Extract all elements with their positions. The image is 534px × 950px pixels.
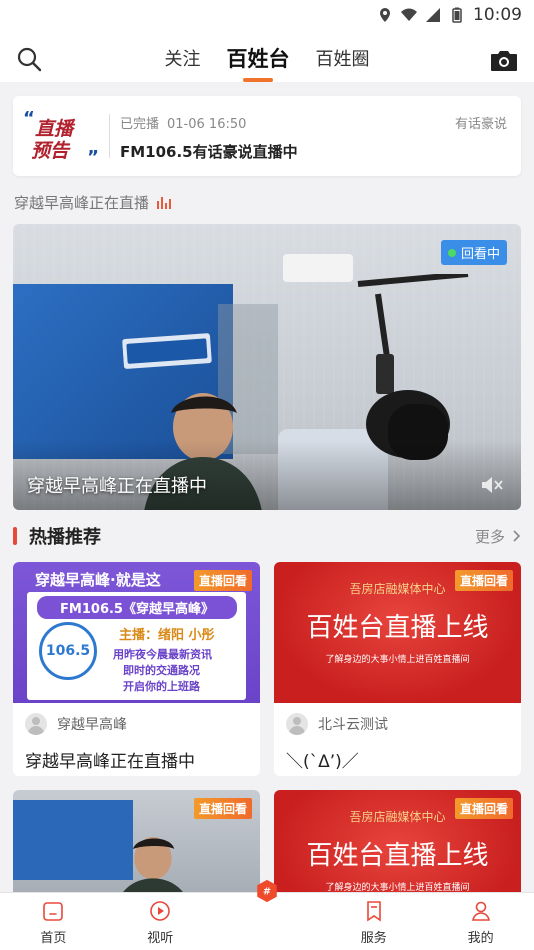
poster-subhead: FM106.5《穿越早高峰》: [37, 596, 237, 619]
poster-line1: 用昨夜今晨最新资讯: [113, 648, 212, 661]
card-title: ＼(`Δ’)／: [286, 752, 359, 772]
quote-open-icon: “: [23, 108, 35, 129]
preview-datetime: 01-06 16:50: [167, 117, 247, 132]
camera-icon[interactable]: [490, 48, 518, 72]
replaying-badge-label: 回看中: [460, 247, 500, 262]
poster-headline: 百姓台直播上线: [306, 841, 489, 871]
recommend-card[interactable]: 直播回看: [13, 790, 260, 900]
section-title: 热播推荐: [29, 527, 101, 548]
poster-line2: 即时的交通路况: [123, 664, 200, 677]
hashtag-icon[interactable]: #: [255, 879, 279, 903]
tab-media[interactable]: 视听: [107, 893, 214, 950]
live-bars-icon: [157, 196, 172, 209]
tab-home-label: 首页: [40, 931, 67, 946]
quote-close-icon: ”: [87, 147, 99, 168]
status-bar: 10:09: [0, 0, 534, 30]
wifi-icon: [401, 8, 417, 21]
tab-mine[interactable]: 我的: [427, 893, 534, 950]
bottom-tab-bar: 首页 视听 # 服务 我的: [0, 879, 534, 950]
play-icon: [150, 901, 170, 921]
user-icon: [471, 901, 490, 921]
avatar: [286, 713, 308, 735]
tab-baixingquan[interactable]: 百姓圈: [316, 41, 370, 71]
card-thumbnail: 直播回看: [13, 790, 260, 900]
search-icon[interactable]: [16, 46, 42, 72]
battery-icon: [452, 7, 462, 23]
now-live-text: 穿越早高峰正在直播: [14, 194, 150, 212]
replaying-badge: 回看中: [440, 240, 507, 265]
top-tabs: 关注 百姓台 百姓圈: [0, 30, 534, 82]
home-icon: [43, 902, 64, 921]
card-author: 北斗云测试: [286, 713, 388, 735]
chevron-right-icon: [513, 530, 521, 542]
section-header: 热播推荐 更多: [13, 523, 521, 549]
tab-service-label: 服务: [360, 931, 387, 946]
preview-status: 已完播: [120, 117, 160, 132]
replay-badge: 直播回看: [454, 798, 513, 819]
preview-meta: 已完播 01-06 16:50: [120, 113, 246, 132]
author-name: 穿越早高峰: [57, 717, 127, 733]
card-author: 穿越早高峰: [25, 713, 127, 735]
live-preview-logo: “ 直播 预告 ”: [23, 108, 99, 168]
poster-headline: 百姓台直播上线: [306, 613, 489, 643]
section-marker: [13, 527, 17, 545]
top-bar: 关注 百姓台 百姓圈: [0, 30, 534, 82]
tab-mine-label: 我的: [467, 931, 494, 946]
video-caption: 穿越早高峰正在直播中: [27, 476, 207, 497]
live-video-player[interactable]: 回看中 穿越早高峰正在直播中: [13, 224, 521, 510]
tab-service[interactable]: 服务: [320, 893, 427, 950]
tab-media-label: 视听: [147, 931, 174, 946]
live-preview-card[interactable]: “ 直播 预告 ” 已完播 01-06 16:50 有话豪说 FM106.5有话豪…: [13, 96, 521, 176]
card-title: 穿越早高峰正在直播中: [25, 752, 195, 772]
tab-publish[interactable]: #: [214, 879, 321, 950]
poster-sub: 了解身边的大事小情上进百姓直播间: [325, 655, 470, 665]
poster-line3: 开启你的上班路: [123, 680, 200, 693]
mute-icon[interactable]: [481, 476, 503, 494]
replay-badge: 直播回看: [454, 570, 513, 591]
preview-tag: 有话豪说: [454, 117, 507, 132]
card-thumbnail: 穿越早高峰·就是这 FM106.5《穿越早高峰》 106.5 主播：绪阳 小彤 …: [13, 562, 260, 703]
tab-home[interactable]: 首页: [0, 893, 107, 950]
logo-line2: 预告: [31, 140, 70, 162]
recommend-card[interactable]: 穿越早高峰·就是这 FM106.5《穿越早高峰》 106.5 主播：绪阳 小彤 …: [13, 562, 260, 776]
poster-hosts: 主播：绪阳 小彤: [119, 628, 215, 643]
replay-badge: 直播回看: [193, 570, 252, 591]
fm-logo-graphic: [122, 333, 212, 369]
card-thumbnail: 吾房店融媒体中心 百姓台直播上线 了解身边的大事小情上进百姓直播间 直播回看: [274, 562, 521, 703]
recommend-card[interactable]: 吾房店融媒体中心 百姓台直播上线 了解身边的大事小情上进百姓直播间 直播回看: [274, 790, 521, 900]
card-thumbnail: 吾房店融媒体中心 百姓台直播上线 了解身边的大事小情上进百姓直播间 直播回看: [274, 790, 521, 900]
recommend-card[interactable]: 吾房店融媒体中心 百姓台直播上线 了解身边的大事小情上进百姓直播间 直播回看 北…: [274, 562, 521, 776]
status-time: 10:09: [473, 5, 522, 25]
host-figure: [118, 837, 188, 900]
divider: [109, 114, 110, 158]
tab-baixingtai[interactable]: 百姓台: [227, 39, 290, 73]
preview-title: FM106.5有话豪说直播中: [120, 143, 298, 161]
tab-follow[interactable]: 关注: [165, 41, 201, 71]
svg-text:#: #: [263, 887, 271, 898]
now-live-line[interactable]: 穿越早高峰正在直播: [14, 192, 172, 213]
live-dot-icon: [447, 248, 456, 257]
more-label: 更多: [474, 527, 505, 546]
more-link[interactable]: 更多: [475, 526, 521, 547]
poster-headline: 穿越早高峰·就是这: [35, 571, 161, 589]
bookmark-icon: [366, 901, 381, 922]
location-icon: [380, 8, 390, 22]
signal-icon: [426, 8, 440, 22]
author-name: 北斗云测试: [318, 717, 388, 733]
poster-logo: 106.5: [39, 622, 97, 680]
replay-badge: 直播回看: [193, 798, 252, 819]
avatar: [25, 713, 47, 735]
